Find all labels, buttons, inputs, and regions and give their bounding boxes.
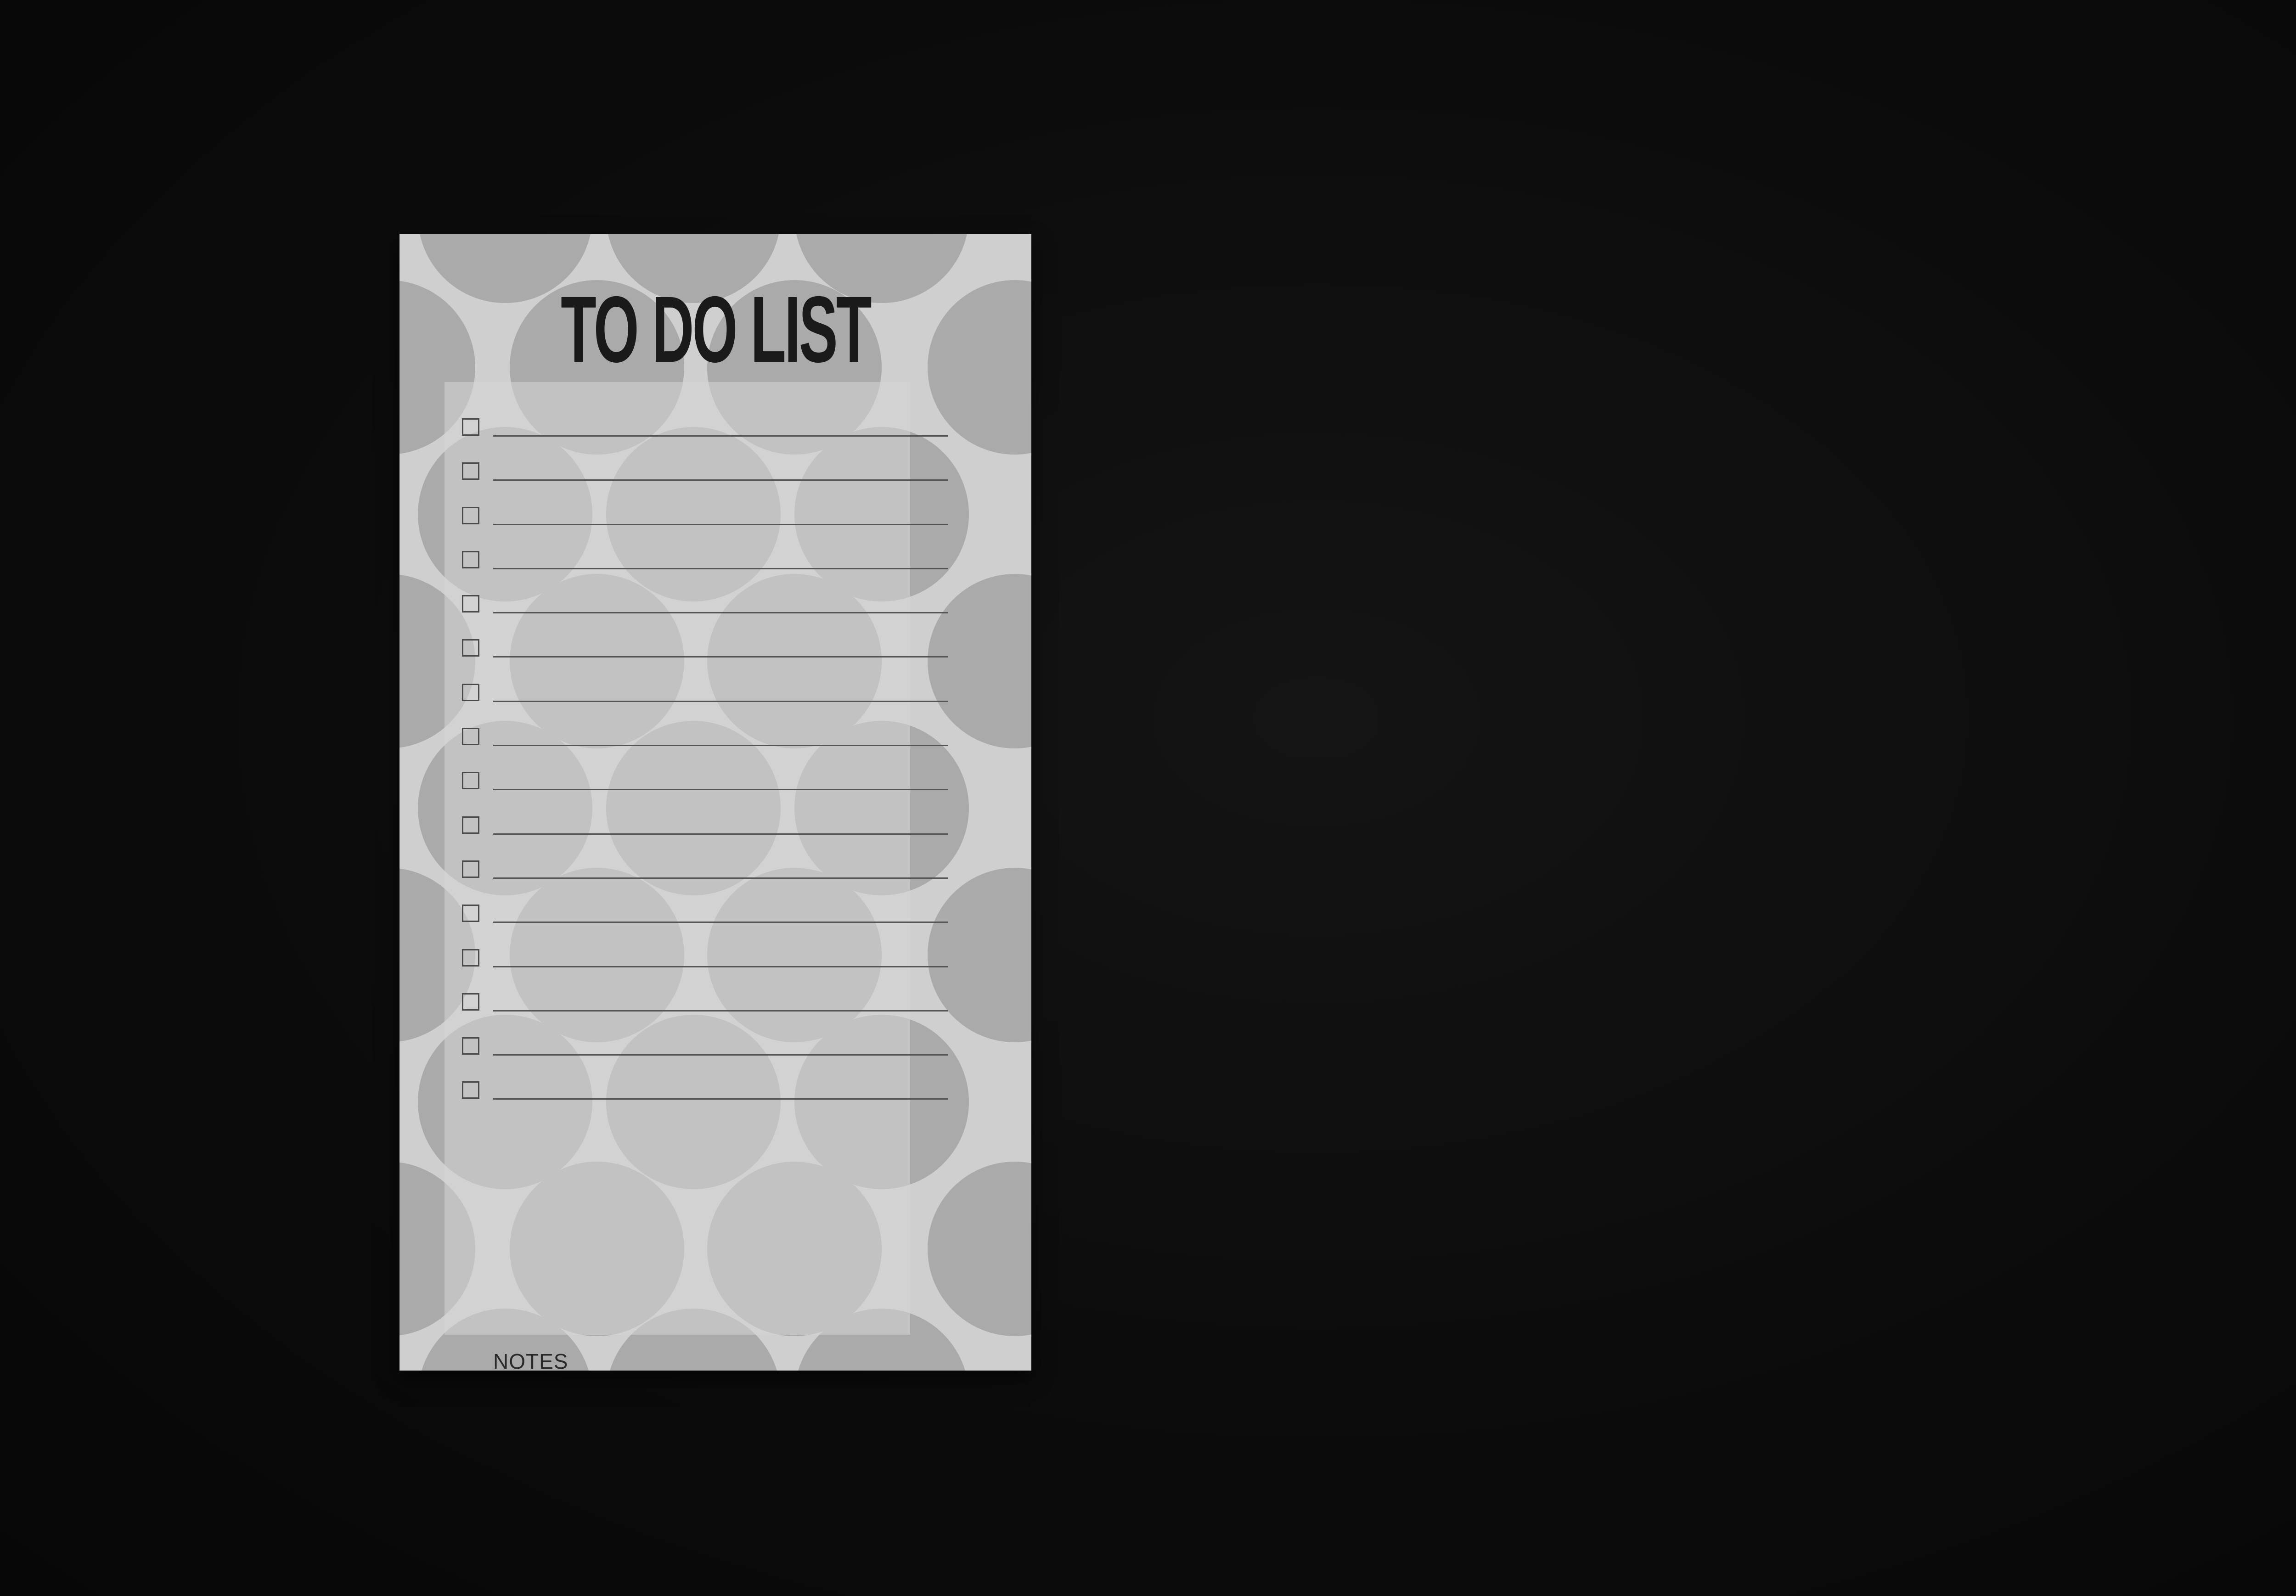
todo-item xyxy=(462,1074,948,1118)
writing-line xyxy=(493,966,948,967)
checkbox-icon xyxy=(462,506,479,524)
checkbox-icon xyxy=(462,905,479,922)
todo-item xyxy=(462,720,948,764)
writing-line xyxy=(493,877,948,879)
notes-label: NOTES xyxy=(493,1349,568,1371)
writing-line xyxy=(493,922,948,923)
checkbox-icon xyxy=(462,1037,479,1055)
todo-item xyxy=(462,544,948,588)
todo-item xyxy=(462,1030,948,1074)
writing-line xyxy=(493,479,948,481)
todo-item xyxy=(462,764,948,809)
writing-line xyxy=(493,700,948,702)
todo-notepad: TO DO LIST NOTES xyxy=(400,234,1031,1371)
todo-item xyxy=(462,588,948,632)
checkbox-icon xyxy=(462,993,479,1011)
writing-line xyxy=(493,435,948,437)
checkbox-icon xyxy=(462,551,479,568)
page-title: TO DO LIST xyxy=(561,277,872,382)
todo-item xyxy=(462,676,948,720)
checkbox-icon xyxy=(462,595,479,613)
todo-item xyxy=(462,986,948,1030)
checkbox-icon xyxy=(462,418,479,436)
writing-line xyxy=(493,523,948,525)
checkbox-icon xyxy=(462,860,479,878)
todo-item xyxy=(462,411,948,455)
writing-line xyxy=(493,833,948,835)
checkbox-icon xyxy=(462,1081,479,1099)
checkbox-icon xyxy=(462,728,479,746)
todo-item xyxy=(462,809,948,853)
checkbox-icon xyxy=(462,949,479,967)
black-background: TO DO LIST NOTES xyxy=(0,0,2296,1596)
checkbox-icon xyxy=(462,772,479,790)
todo-item xyxy=(462,942,948,986)
writing-line xyxy=(493,656,948,658)
writing-line xyxy=(493,1054,948,1056)
checkbox-icon xyxy=(462,683,479,701)
todo-item xyxy=(462,455,948,499)
checkbox-icon xyxy=(462,639,479,657)
checkbox-icon xyxy=(462,462,479,480)
writing-line xyxy=(493,612,948,614)
todo-item xyxy=(462,500,948,544)
writing-line xyxy=(493,568,948,569)
todo-item xyxy=(462,897,948,941)
checkbox-icon xyxy=(462,816,479,834)
writing-line xyxy=(493,789,948,791)
writing-line xyxy=(493,745,948,747)
todo-item xyxy=(462,853,948,897)
writing-line xyxy=(493,1010,948,1012)
todo-rows xyxy=(462,411,948,1118)
todo-item xyxy=(462,632,948,676)
writing-line xyxy=(493,1098,948,1100)
